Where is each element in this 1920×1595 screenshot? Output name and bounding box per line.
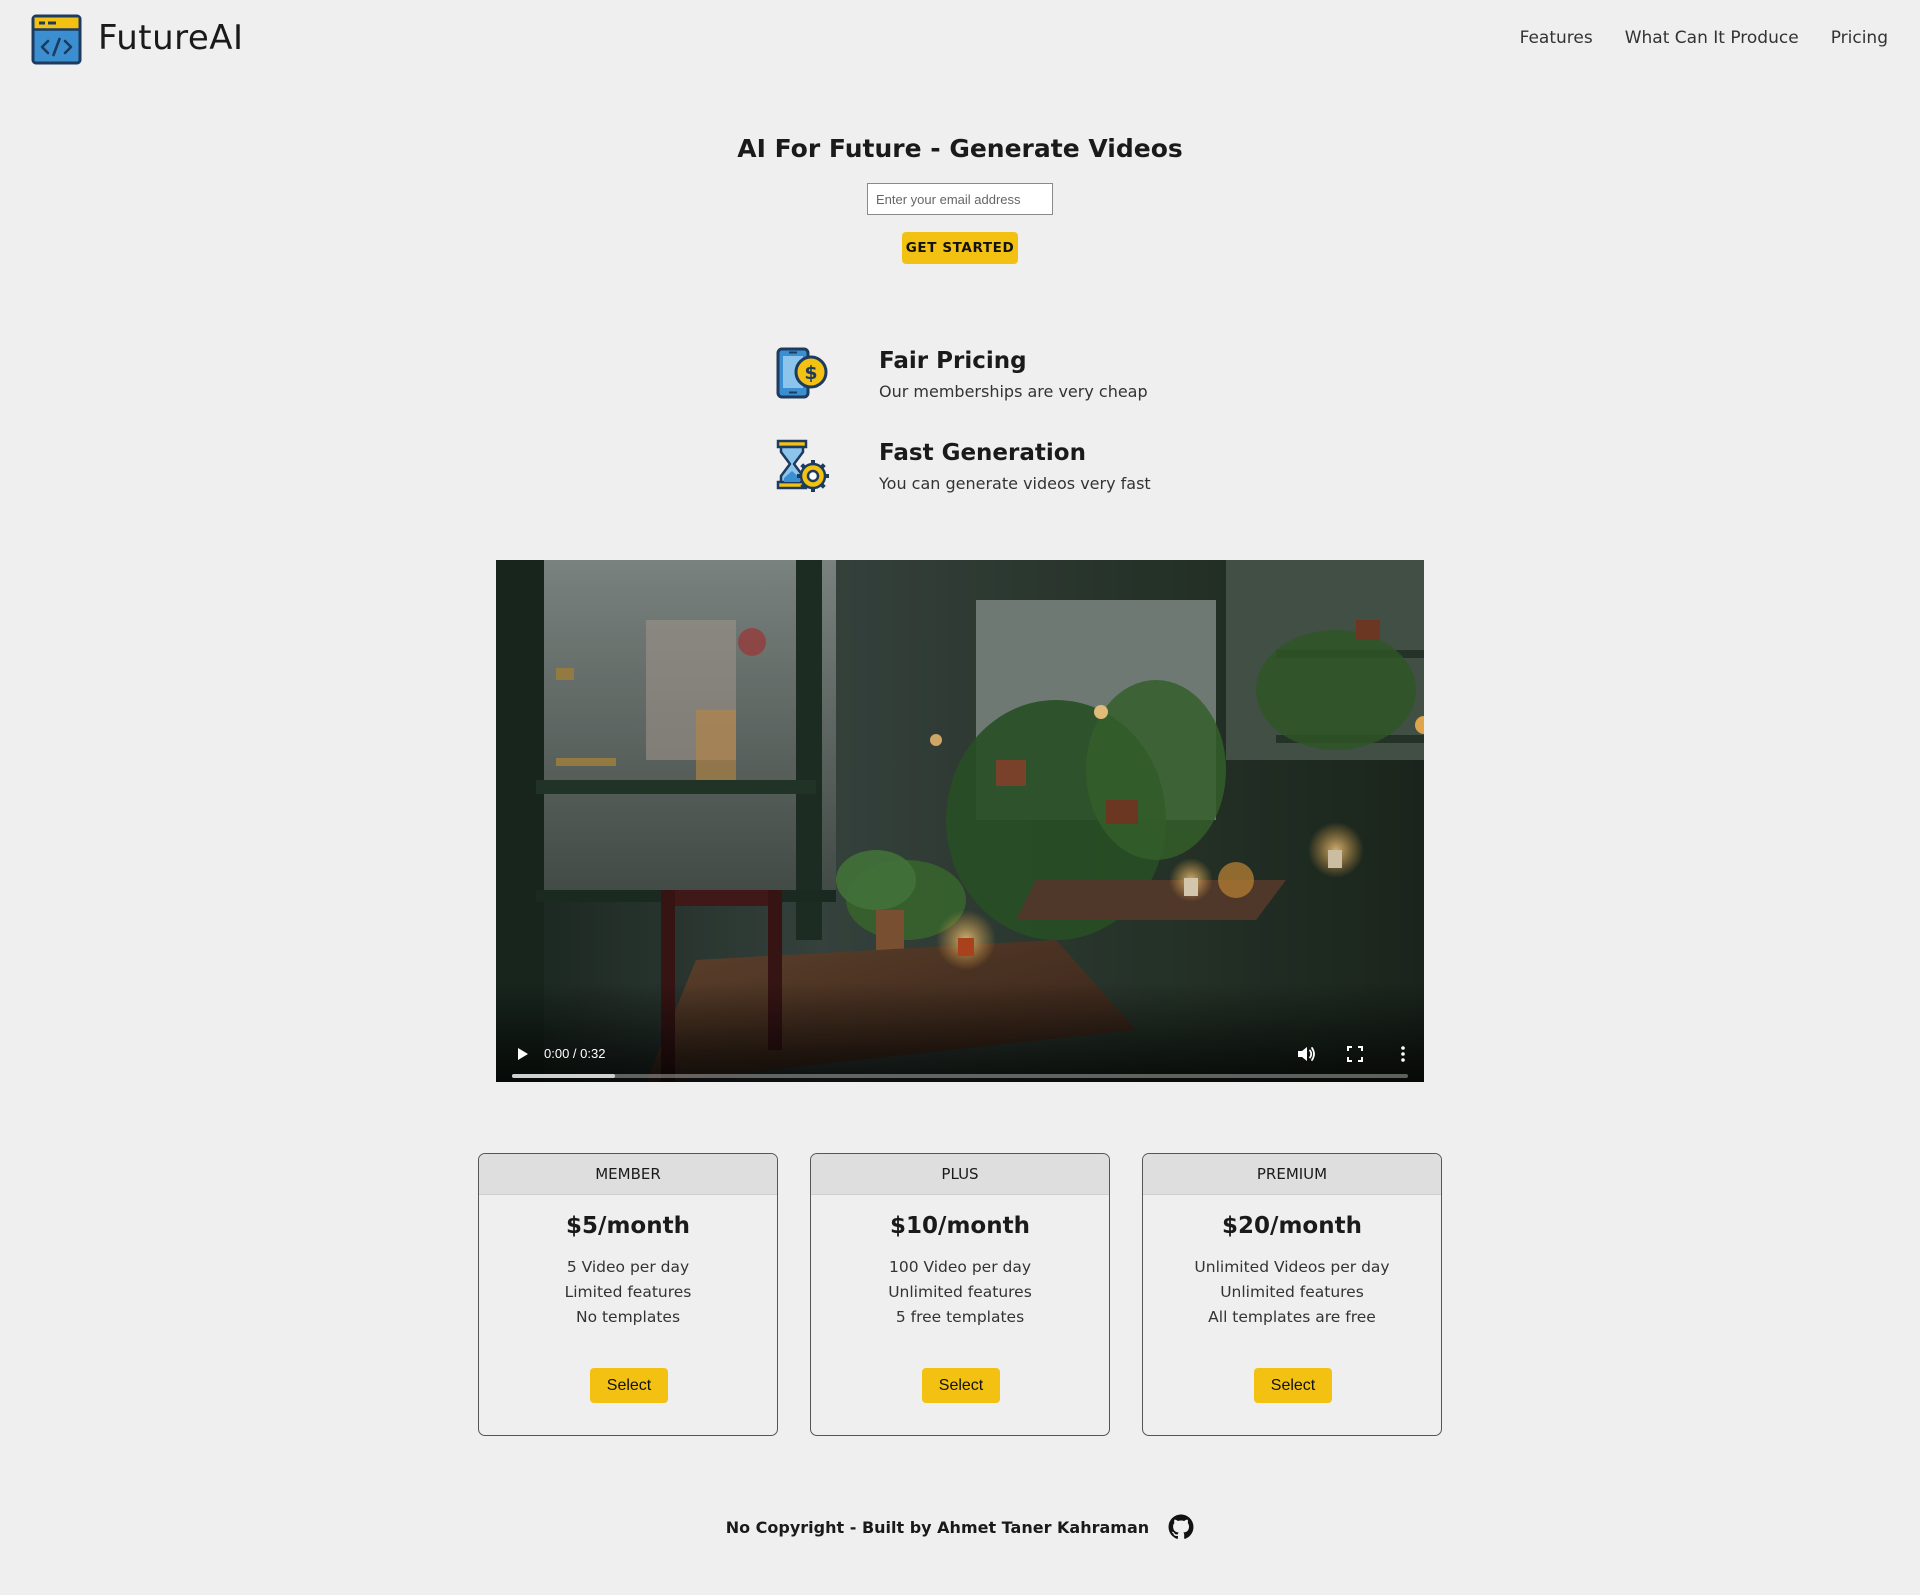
feature-description: Our memberships are very cheap [879, 382, 1148, 401]
mobile-dollar-icon: $ [776, 347, 828, 399]
plan-features: Unlimited Videos per day Unlimited featu… [1143, 1255, 1441, 1330]
select-plus-button[interactable]: Select [922, 1368, 1000, 1403]
pricing-card-premium: PREMIUM $20/month Unlimited Videos per d… [1142, 1153, 1442, 1436]
hero-title: AI For Future - Generate Videos [737, 134, 1183, 163]
site-footer: No Copyright - Built by Ahmet Taner Kahr… [0, 1514, 1920, 1540]
github-icon[interactable] [1168, 1514, 1194, 1540]
nav-link-features[interactable]: Features [1520, 28, 1593, 48]
hourglass-gear-icon [776, 439, 829, 492]
plan-price: $5/month [566, 1213, 690, 1239]
plan-feature: No templates [575, 1308, 681, 1326]
select-member-button[interactable]: Select [590, 1368, 668, 1403]
email-input[interactable] [867, 183, 1053, 215]
plan-name: PLUS [811, 1154, 1109, 1195]
video-time: 0:00 / 0:32 [544, 1046, 606, 1061]
nav-link-pricing[interactable]: Pricing [1831, 28, 1888, 48]
footer-text: No Copyright - Built by Ahmet Taner Kahr… [725, 1517, 1150, 1537]
feature-description: You can generate videos very fast [879, 474, 1151, 493]
feature-fair-pricing: $ Fair Pricing Our memberships are very … [775, 346, 1195, 406]
fullscreen-icon[interactable] [1343, 1042, 1367, 1066]
feature-fast-generation: Fast Generation You can generate videos … [775, 438, 1195, 498]
main-nav: Features What Can It Produce Pricing [1520, 28, 1888, 48]
video-buffered-bar [512, 1074, 616, 1078]
nav-link-what-can-it-produce[interactable]: What Can It Produce [1625, 28, 1799, 48]
plan-features: 5 Video per day Limited features No temp… [479, 1255, 777, 1330]
pricing-card-member: MEMBER $5/month 5 Video per day Limited … [478, 1153, 778, 1436]
video-player[interactable]: 0:00 / 0:32 [496, 560, 1424, 1082]
plan-feature: 5 Video per day [566, 1258, 690, 1276]
plan-feature: 100 Video per day [888, 1258, 1032, 1276]
plan-features: 100 Video per day Unlimited features 5 f… [811, 1255, 1109, 1330]
volume-icon[interactable] [1294, 1042, 1318, 1066]
site-header: FutureAI Features What Can It Produce Pr… [0, 0, 1920, 80]
feature-title: Fast Generation [879, 440, 1086, 466]
more-options-icon[interactable] [1391, 1042, 1415, 1066]
code-window-logo-icon[interactable] [31, 14, 82, 65]
pricing-card-plus: PLUS $10/month 100 Video per day Unlimit… [810, 1153, 1110, 1436]
svg-text:$: $ [804, 362, 817, 384]
play-icon[interactable] [512, 1044, 532, 1064]
plan-price: $20/month [1222, 1213, 1362, 1239]
plan-feature: Limited features [564, 1283, 692, 1301]
plan-price: $10/month [890, 1213, 1030, 1239]
plan-feature: All templates are free [1208, 1308, 1376, 1326]
plan-feature: Unlimited features [888, 1283, 1032, 1301]
get-started-button[interactable]: GET STARTED [902, 232, 1018, 264]
plan-feature: Unlimited features [1220, 1283, 1364, 1301]
feature-title: Fair Pricing [879, 348, 1027, 374]
plan-feature: 5 free templates [895, 1308, 1025, 1326]
video-controls: 0:00 / 0:32 [496, 982, 1424, 1082]
plan-name: PREMIUM [1143, 1154, 1441, 1195]
plan-name: MEMBER [479, 1154, 777, 1195]
plan-feature: Unlimited Videos per day [1194, 1258, 1390, 1276]
video-progress-bar[interactable] [512, 1074, 1408, 1078]
select-premium-button[interactable]: Select [1254, 1368, 1332, 1403]
brand-name[interactable]: FutureAI [98, 18, 244, 58]
